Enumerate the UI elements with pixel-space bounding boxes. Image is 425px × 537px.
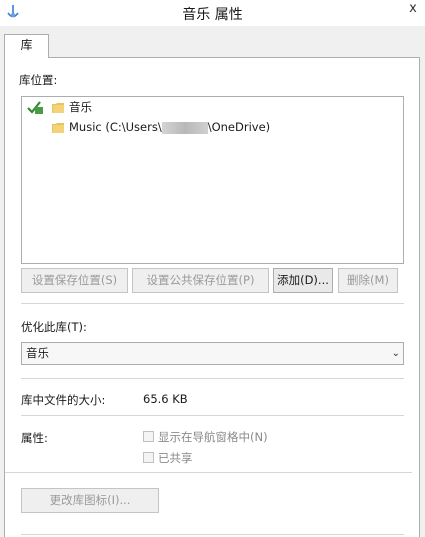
separator (21, 534, 404, 535)
locations-heading: 库位置: (19, 73, 58, 87)
separator (5, 472, 412, 473)
attributes-label: 属性: (21, 431, 48, 445)
size-value: 65.6 KB (143, 392, 188, 406)
shared-checkbox[interactable] (143, 452, 154, 463)
location-path-prefix: Music (C:\Users\ (69, 120, 162, 134)
title-bar: 音乐 属性 x (0, 0, 425, 26)
shared-label: 已共享 (158, 451, 193, 465)
size-label: 库中文件的大小: (21, 393, 106, 407)
chevron-down-icon: ⌄ (391, 348, 400, 359)
folder-icon (52, 102, 64, 113)
separator (21, 303, 404, 304)
location-path-suffix: \OneDrive) (207, 120, 271, 134)
folder-icon (52, 122, 64, 133)
optimize-label: 优化此库(T): (21, 320, 87, 334)
close-button[interactable]: x (405, 0, 421, 18)
window-title: 音乐 属性 (182, 7, 243, 23)
separator (21, 378, 404, 379)
default-save-location-icon (27, 101, 43, 114)
location-label: 音乐 (69, 100, 92, 114)
separator (21, 415, 404, 416)
change-library-icon-button[interactable]: 更改库图标(I)... (21, 488, 159, 513)
library-panel: 库位置: 音乐 Music (C:\Users\ \OneDrive) 设置保存位… (4, 57, 420, 537)
set-public-save-location-button[interactable]: 设置公共保存位置(P) (132, 268, 269, 293)
remove-location-button[interactable]: 删除(M) (338, 268, 398, 293)
tab-library[interactable]: 库 (4, 34, 49, 58)
optimize-selected-value: 音乐 (26, 346, 49, 360)
location-item-music[interactable]: 音乐 (52, 98, 92, 116)
add-location-button[interactable]: 添加(D)... (273, 268, 333, 293)
location-item-onedrive[interactable]: Music (C:\Users\ \OneDrive) (52, 118, 270, 136)
show-in-navigation-label: 显示在导航窗格中(N) (158, 430, 268, 444)
dialog-body: 库 库位置: 音乐 Music (C:\Users\ \OneDrive) 设置… (0, 26, 425, 537)
set-save-location-button[interactable]: 设置保存位置(S) (21, 268, 128, 293)
optimize-select[interactable]: 音乐 ⌄ (21, 342, 404, 365)
show-in-navigation-checkbox[interactable] (143, 431, 154, 442)
redacted-username (161, 121, 208, 134)
locations-list[interactable]: 音乐 Music (C:\Users\ \OneDrive) (21, 96, 404, 264)
